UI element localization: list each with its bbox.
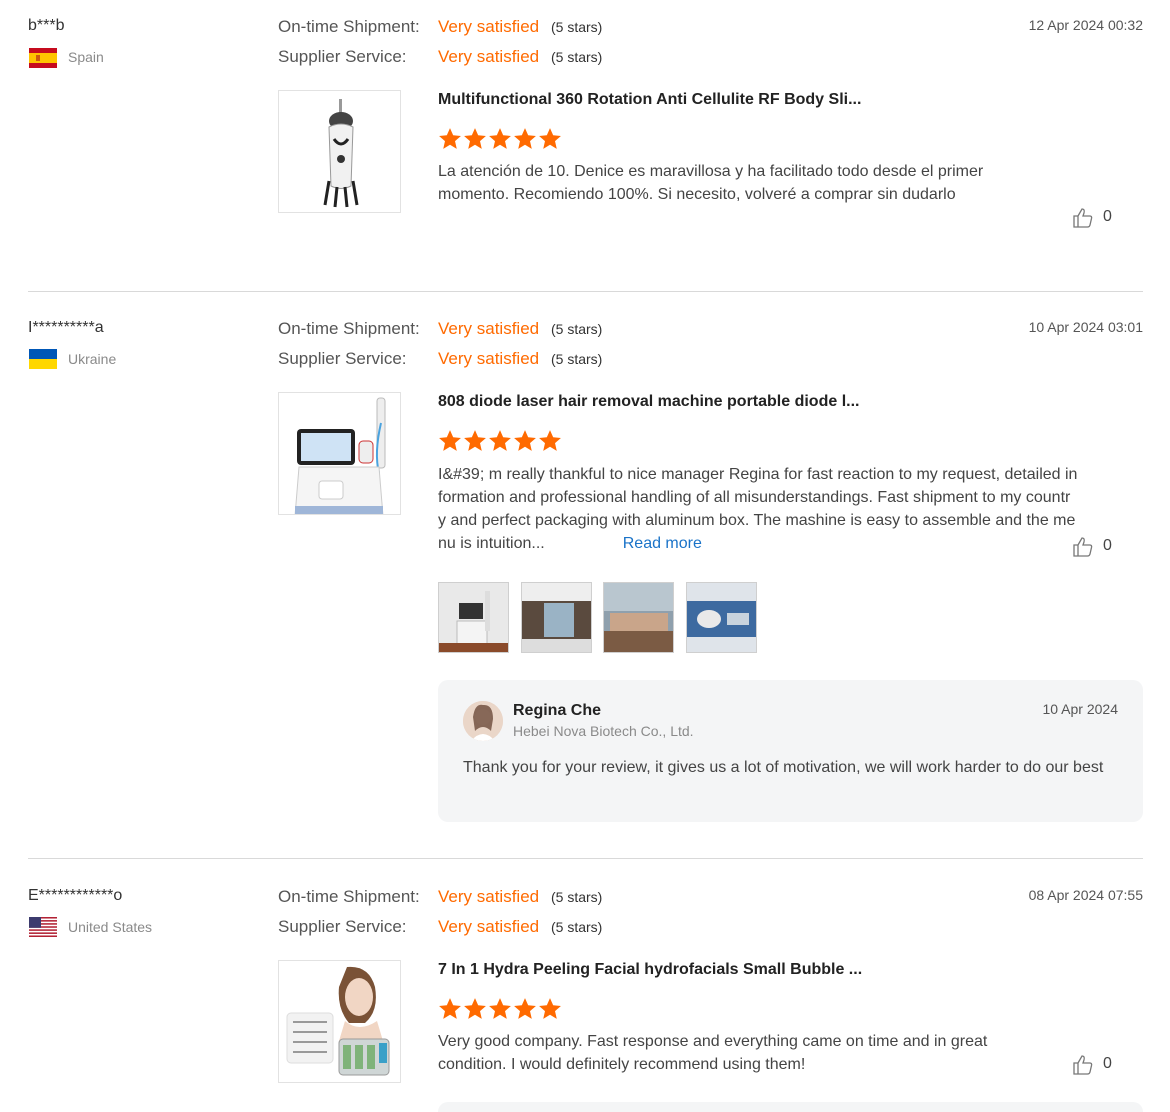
like-count: 0 xyxy=(1103,208,1112,225)
star-icon xyxy=(489,128,511,149)
star-icon xyxy=(439,128,461,149)
supplier-rating: Very satisfied xyxy=(438,47,540,66)
review-photo[interactable] xyxy=(603,582,674,653)
divider xyxy=(28,291,1143,292)
thumbs-up-icon[interactable] xyxy=(1072,207,1094,229)
review-date: 10 Apr 2024 03:01 xyxy=(1028,319,1143,335)
review-photo[interactable] xyxy=(521,582,592,653)
reviewer-name: I**********a xyxy=(28,319,104,336)
reply-date: 10 Apr 2024 xyxy=(1042,701,1118,717)
review-stars xyxy=(438,429,563,453)
reviewer-country: Spain xyxy=(68,49,104,65)
review-date: 08 Apr 2024 07:55 xyxy=(1028,887,1143,903)
ontime-stars: (5 stars) xyxy=(551,321,603,337)
like-count: 0 xyxy=(1103,1055,1112,1072)
product-thumbnail[interactable] xyxy=(278,392,401,515)
usa-flag-icon xyxy=(29,917,57,937)
thumbs-up-icon[interactable] xyxy=(1072,1054,1094,1076)
star-icon xyxy=(489,998,511,1019)
read-more-link[interactable]: Read more xyxy=(623,535,702,552)
ukraine-flag-icon xyxy=(29,349,57,369)
star-icon xyxy=(439,430,461,451)
reply-text: Thank you for your review, it gives us a… xyxy=(463,759,1104,776)
review-date: 12 Apr 2024 00:32 xyxy=(1028,17,1143,33)
star-icon xyxy=(514,128,536,149)
supplier-rating: Very satisfied xyxy=(438,917,540,936)
like-count: 0 xyxy=(1103,537,1112,554)
reviewer-name: E************o xyxy=(28,887,123,904)
supplier-service-label: Supplier Service: xyxy=(278,47,407,66)
ontime-rating: Very satisfied xyxy=(438,887,540,906)
ontime-shipment-label: On-time Shipment: xyxy=(278,17,420,36)
star-icon xyxy=(539,998,561,1019)
review-text: Very good company. Fast response and eve… xyxy=(438,1033,988,1073)
reviewer-name: b***b xyxy=(28,17,65,34)
thumbs-up-icon[interactable] xyxy=(1072,536,1094,558)
star-icon xyxy=(539,430,561,451)
supplier-stars: (5 stars) xyxy=(551,351,603,367)
supplier-reply: Regina Che Hebei Nova Biotech Co., Ltd. … xyxy=(438,680,1143,822)
ontime-shipment-label: On-time Shipment: xyxy=(278,319,420,338)
supplier-stars: (5 stars) xyxy=(551,919,603,935)
laser-machine-image xyxy=(294,397,386,514)
product-thumbnail[interactable] xyxy=(278,90,401,213)
supplier-service-label: Supplier Service: xyxy=(278,917,407,936)
star-icon xyxy=(514,430,536,451)
hydrafacial-machine-image xyxy=(279,961,400,1082)
review-text: La atención de 10. Denice es maravillosa… xyxy=(438,163,984,203)
supplier-service-label: Supplier Service: xyxy=(278,349,407,368)
ontime-rating: Very satisfied xyxy=(438,17,540,36)
supplier-stars: (5 stars) xyxy=(551,49,603,65)
star-icon xyxy=(539,128,561,149)
ontime-rating: Very satisfied xyxy=(438,319,540,338)
product-thumbnail[interactable] xyxy=(278,960,401,1083)
star-icon xyxy=(489,430,511,451)
ontime-stars: (5 stars) xyxy=(551,889,603,905)
supplier-rating: Very satisfied xyxy=(438,349,540,368)
review-text-block: I&#39; m really thankful to nice manager… xyxy=(438,463,1078,555)
star-icon xyxy=(464,128,486,149)
ontime-shipment-label: On-time Shipment: xyxy=(278,887,420,906)
reviewer-country: Ukraine xyxy=(68,351,117,367)
divider xyxy=(28,858,1143,859)
spain-flag-icon xyxy=(29,48,57,68)
review-text: I&#39; m really thankful to nice manager… xyxy=(438,466,1078,552)
review-stars xyxy=(438,997,563,1021)
review-stars xyxy=(438,127,563,151)
reviewer-country: United States xyxy=(68,919,153,935)
star-icon xyxy=(464,430,486,451)
review-photo[interactable] xyxy=(438,582,509,653)
review-photo[interactable] xyxy=(686,582,757,653)
star-icon xyxy=(439,998,461,1019)
product-title[interactable]: Multifunctional 360 Rotation Anti Cellul… xyxy=(438,91,861,109)
rf-machine-image xyxy=(323,99,359,208)
product-title[interactable]: 7 In 1 Hydra Peeling Facial hydrofacials… xyxy=(438,961,862,979)
product-title[interactable]: 808 diode laser hair removal machine por… xyxy=(438,393,859,411)
reply-company: Hebei Nova Biotech Co., Ltd. xyxy=(513,723,694,739)
supplier-reply xyxy=(438,1102,1143,1112)
star-icon xyxy=(464,998,486,1019)
reply-author-name: Regina Che xyxy=(513,702,602,719)
ontime-stars: (5 stars) xyxy=(551,19,603,35)
star-icon xyxy=(514,998,536,1019)
avatar xyxy=(463,701,503,741)
